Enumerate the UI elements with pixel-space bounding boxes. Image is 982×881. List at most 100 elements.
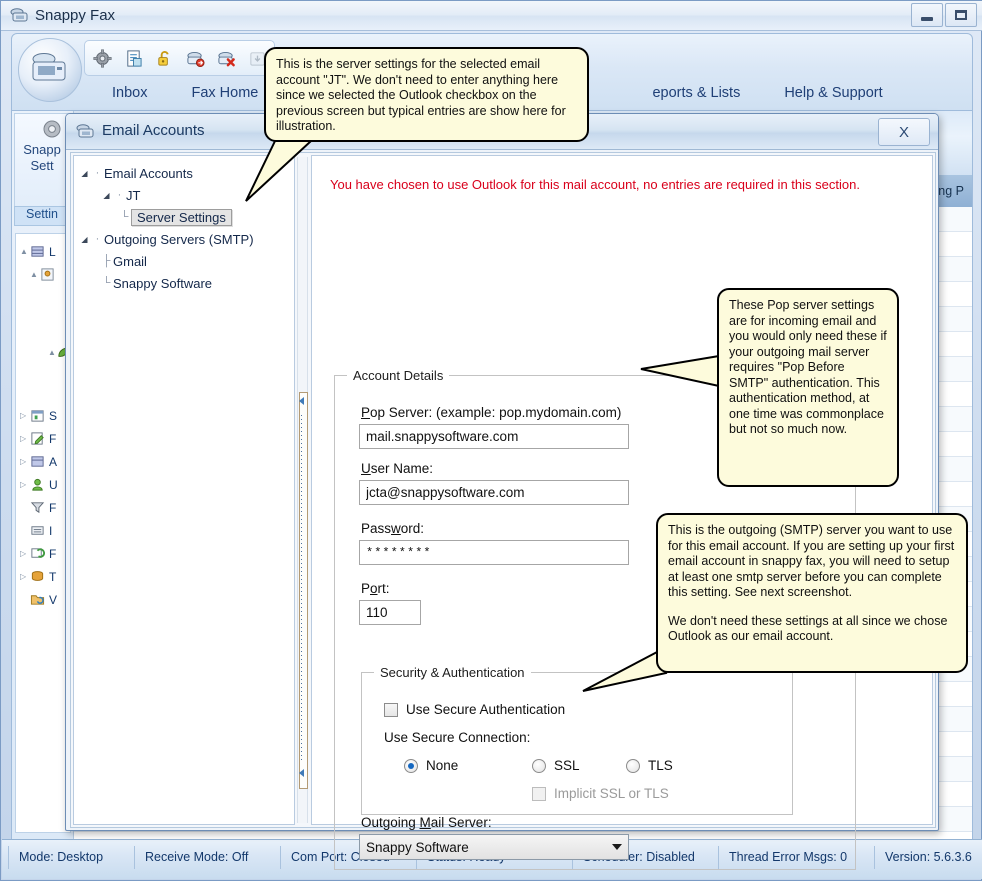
tree-connector: · [95, 233, 100, 245]
sidebar-tree-label: F [49, 546, 57, 561]
contacts-icon [40, 267, 56, 283]
list-icon [30, 523, 46, 539]
sidebar-tree: ▲ L ▲ ▲ ▷ S ▷ F ▷ A ▷ U F I ▷ F ▷ T V [15, 233, 71, 833]
toolbar-icon-strip [84, 40, 275, 76]
tree-item-outgoing-servers[interactable]: ◢ · Outgoing Servers (SMTP) [78, 228, 290, 250]
implicit-ssl-tls-checkbox [532, 786, 546, 801]
radio-none-label: None [426, 758, 459, 773]
status-version: Version: 5.6.3.6 [875, 846, 982, 869]
close-icon[interactable]: X [878, 118, 930, 146]
sidebar-selected-item[interactable]: Settin [14, 206, 70, 226]
expand-arrow-icon[interactable]: ▷ [20, 434, 30, 443]
sidebar-tree-label: V [49, 592, 58, 607]
tree-item-snappy-software[interactable]: └ Snappy Software [78, 272, 290, 294]
sidebar-header-line2: Sett [30, 158, 54, 173]
sidebar-tree-item[interactable]: ▲ [16, 263, 70, 286]
expand-arrow-icon[interactable]: ▷ [20, 457, 30, 466]
use-secure-auth-checkbox[interactable] [384, 702, 398, 717]
radio-tls-row[interactable]: TLS [626, 758, 673, 773]
sidebar-tree-label: F [49, 431, 57, 446]
expand-arrow-icon[interactable]: ▷ [20, 411, 30, 420]
sidebar-tree-item[interactable]: ▷ S [16, 404, 70, 427]
sidebar-tree-item[interactable]: ▷ U [16, 473, 70, 496]
folder-icon [30, 592, 46, 608]
accounts-tree: ◢ · Email Accounts ◢ · JT └ Server Setti… [73, 155, 295, 825]
window-controls [911, 3, 977, 27]
window-title: Snappy Fax [35, 7, 116, 24]
sidebar-tree-label: T [49, 569, 57, 584]
status-mode: Mode: Desktop [8, 846, 135, 869]
chevron-down-icon[interactable] [606, 835, 628, 859]
pop-server-input[interactable] [359, 424, 629, 449]
radio-none-row[interactable]: None [404, 758, 458, 773]
storage-icon [30, 569, 46, 585]
splitter-dots [301, 415, 302, 760]
expand-arrow-icon[interactable]: ▷ [20, 572, 30, 581]
unlock-icon[interactable] [153, 47, 175, 69]
callout-smtp-settings-text-1: This is the outgoing (SMTP) server you w… [668, 523, 955, 599]
callout-server-settings: This is the server settings for the sele… [264, 47, 589, 142]
gear-icon[interactable] [91, 47, 113, 69]
collapse-arrow-icon[interactable]: ◢ [100, 191, 113, 200]
restore-button[interactable] [945, 3, 977, 27]
sidebar-tree-item[interactable]: F [16, 496, 70, 519]
sidebar-tree-item[interactable]: ▲ [16, 341, 70, 364]
sidebar-tree-item[interactable]: ▷ F [16, 542, 70, 565]
fax-machine-icon [32, 53, 66, 81]
outgoing-mail-server-label: Outgoing Mail Server: [361, 815, 492, 830]
radio-ssl[interactable] [532, 758, 546, 773]
callout-smtp-settings-text-2: We don't need these settings at all sinc… [668, 613, 948, 644]
sidebar-header: Snapp Sett [14, 113, 70, 209]
gear-icon [39, 116, 65, 142]
tree-item-label: Snappy Software [113, 275, 213, 291]
tab-reports-lists[interactable]: eports & Lists [630, 85, 762, 101]
tree-item-server-settings[interactable]: └ Server Settings [78, 206, 290, 228]
use-secure-auth-row[interactable]: Use Secure Authentication [384, 702, 565, 717]
radio-none[interactable] [404, 758, 418, 773]
sidebar-tree-item[interactable]: ▷ T [16, 565, 70, 588]
tab-help-support[interactable]: Help & Support [762, 85, 904, 101]
app-logo [18, 38, 82, 102]
minimize-button[interactable] [911, 3, 943, 27]
collapse-arrow-icon[interactable]: ▲ [48, 348, 56, 357]
sidebar-header-line1: Snapp [23, 142, 61, 157]
sidebar-tree-item[interactable]: ▷ F [16, 427, 70, 450]
password-input[interactable] [359, 540, 629, 565]
tab-inbox[interactable]: Inbox [90, 85, 169, 101]
outgoing-mail-server-dropdown[interactable]: Snappy Software [359, 834, 629, 860]
splitter-collapse-down-icon[interactable] [299, 769, 304, 777]
security-authentication-group: Security & Authentication Use Secure Aut… [361, 665, 793, 815]
tree-item-jt[interactable]: ◢ · JT [78, 184, 290, 206]
expand-arrow-icon[interactable]: ▷ [20, 549, 30, 558]
sidebar-tree-label: S [49, 408, 58, 423]
collapse-arrow-icon[interactable]: ▲ [20, 247, 30, 256]
sidebar-tree-item[interactable]: V [16, 588, 70, 611]
tree-item-email-accounts[interactable]: ◢ · Email Accounts [78, 162, 290, 184]
radio-tls[interactable] [626, 758, 640, 773]
splitter-collapse-up-icon[interactable] [299, 397, 304, 405]
application-window: Snappy Fax Inbox Fax Home eports & Lists… [0, 0, 982, 881]
panel-splitter[interactable] [297, 157, 308, 823]
callout-smtp-settings: This is the outgoing (SMTP) server you w… [656, 513, 968, 673]
sidebar-tree-item[interactable]: ▷ A [16, 450, 70, 473]
tree-connector: ├ [102, 255, 111, 267]
port-input[interactable] [359, 600, 421, 625]
server-settings-form: You have chosen to use Outlook for this … [311, 155, 933, 870]
expand-arrow-icon[interactable]: ▷ [20, 480, 30, 489]
collapse-arrow-icon[interactable]: ▲ [30, 270, 40, 279]
refresh-icon [30, 546, 46, 562]
sidebar-tree-item[interactable]: I [16, 519, 70, 542]
send-fax-icon[interactable] [184, 47, 206, 69]
account-details-legend: Account Details [353, 368, 444, 383]
document-properties-icon[interactable] [122, 47, 144, 69]
collapse-arrow-icon[interactable]: ◢ [78, 235, 91, 244]
collapse-arrow-icon[interactable]: ◢ [78, 169, 91, 178]
user-name-input[interactable] [359, 480, 629, 505]
radio-ssl-row[interactable]: SSL [532, 758, 580, 773]
sidebar-tree-item[interactable]: ▲ L [16, 240, 70, 263]
tree-item-gmail[interactable]: ├ Gmail [78, 250, 290, 272]
port-label: Port: [361, 581, 390, 596]
edit-icon [30, 431, 46, 447]
tree-item-label: Gmail [113, 253, 147, 269]
delete-fax-icon[interactable] [215, 47, 237, 69]
